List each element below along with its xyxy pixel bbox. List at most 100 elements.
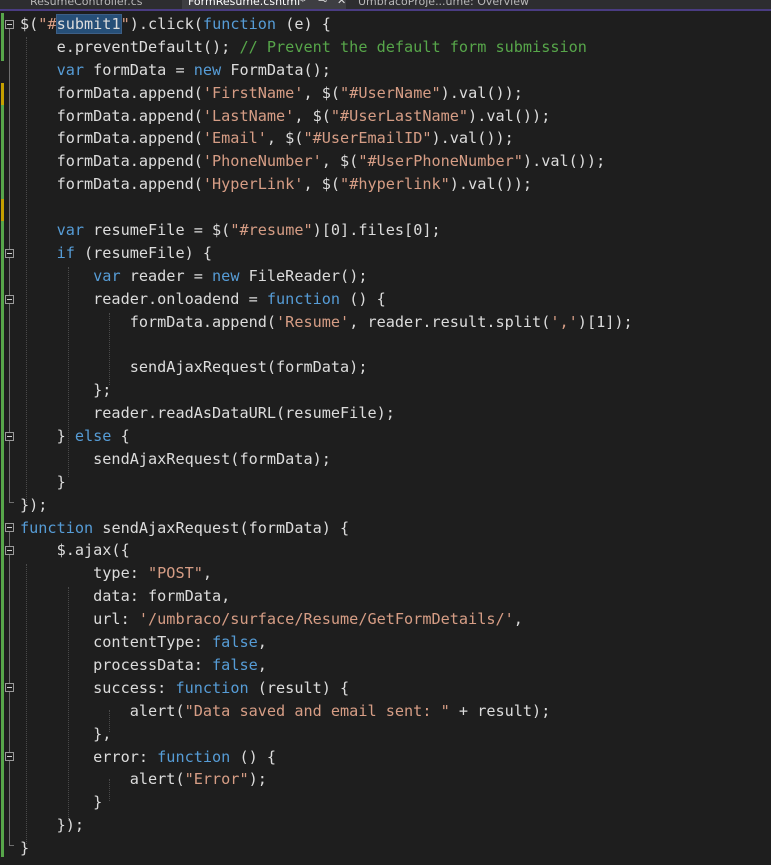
code-token: ).val()); [440, 83, 523, 102]
editor-bottom-edge [0, 857, 771, 863]
code-line[interactable]: success: function (result) { [20, 677, 633, 700]
code-line[interactable]: e.preventDefault(); // Prevent the defau… [20, 36, 633, 59]
code-line[interactable]: $.ajax({ [20, 539, 633, 562]
code-line[interactable]: formData.append('Resume', reader.result.… [20, 311, 633, 334]
code-line[interactable]: if (resumeFile) { [20, 242, 633, 265]
code-token: reader.onloadend = [20, 289, 267, 308]
code-token: contentType: [20, 633, 213, 652]
collapse-icon[interactable] [5, 295, 14, 304]
code-line[interactable]: } [20, 471, 633, 494]
code-token: new [212, 266, 240, 285]
code-token: } [20, 427, 75, 446]
code-token: $.ajax({ [20, 541, 130, 560]
code-line[interactable]: url: '/umbraco/surface/Resume/GetFormDet… [20, 608, 633, 631]
code-token: , $( [266, 129, 304, 148]
collapse-icon[interactable] [5, 523, 14, 532]
code-token: ).val()); [522, 152, 606, 171]
code-token: FileReader(); [239, 266, 368, 285]
tab-resume-controller[interactable]: ResumeController.cs [24, 0, 148, 9]
code-line[interactable]: }; [20, 379, 633, 402]
code-line[interactable]: processData: false, [20, 654, 633, 677]
code-token: ); [248, 770, 267, 789]
code-token: formData.append( [20, 83, 203, 102]
code-token: data: formData, [20, 587, 231, 606]
code-token: function [266, 289, 341, 308]
code-token: e.preventDefault(); [20, 37, 240, 56]
code-token: 'Email' [202, 129, 267, 148]
code-token: , [257, 633, 267, 652]
collapse-icon[interactable] [5, 546, 14, 555]
code-line[interactable]: error: function () { [20, 746, 633, 769]
code-token: "#UserLastName" [330, 106, 469, 125]
code-line[interactable]: sendAjaxRequest(formData); [20, 356, 633, 379]
collapse-icon[interactable] [5, 752, 14, 761]
change-bar [1, 13, 4, 61]
pin-icon[interactable]: ⊸ [318, 0, 327, 7]
code-line[interactable]: } else { [20, 425, 633, 448]
code-line[interactable] [20, 333, 633, 356]
code-token: () { [340, 289, 386, 308]
code-token: )[0].files[0]; [312, 221, 441, 240]
code-token: ',' [550, 312, 578, 331]
code-token: "#resume" [230, 221, 313, 240]
code-line[interactable]: formData.append('PhoneNumber', $("#UserP… [20, 150, 633, 173]
code-line[interactable]: alert("Data saved and email sent: " + re… [20, 700, 633, 723]
code-line[interactable] [20, 196, 633, 219]
code-area[interactable]: $("#submit1").click(function (e) { e.pre… [20, 13, 633, 860]
code-token: + result); [449, 701, 551, 720]
code-line[interactable]: }, [20, 723, 633, 746]
code-token: error: [20, 747, 158, 766]
code-token: false [212, 655, 258, 674]
collapse-icon[interactable] [5, 20, 14, 29]
code-line[interactable]: data: formData, [20, 585, 633, 608]
code-line[interactable]: function sendAjaxRequest(formData) { [20, 517, 633, 540]
code-token: (result) { [248, 678, 350, 697]
code-token: }, [20, 724, 112, 743]
code-token: (e) { [276, 15, 331, 33]
code-token: function [20, 518, 94, 537]
collapse-icon[interactable] [5, 249, 14, 258]
code-token: 'FirstName' [202, 83, 304, 102]
collapse-icon[interactable] [5, 432, 14, 441]
code-line[interactable]: formData.append('FirstName', $("#UserNam… [20, 82, 633, 105]
code-token: function [175, 678, 249, 697]
code-token: function [202, 15, 277, 33]
tab-project-overview[interactable]: UmbracoProje...ume: Overview [352, 0, 535, 9]
code-line[interactable]: }); [20, 814, 633, 837]
code-line[interactable]: formData.append('HyperLink', $("#hyperli… [20, 173, 633, 196]
code-line[interactable]: } [20, 791, 633, 814]
code-line[interactable]: sendAjaxRequest(formData); [20, 448, 633, 471]
code-line[interactable]: var resumeFile = $("#resume")[0].files[0… [20, 219, 633, 242]
code-line[interactable]: formData.append('Email', $("#UserEmailID… [20, 127, 633, 150]
code-line[interactable]: $("#submit1").click(function (e) { [20, 13, 633, 36]
code-token: } [20, 839, 30, 858]
code-token: url: [20, 610, 139, 629]
code-token: "#UserName" [340, 83, 441, 102]
outline-end [9, 502, 14, 503]
code-line[interactable]: reader.onloadend = function () { [20, 288, 633, 311]
code-line[interactable]: reader.readAsDataURL(resumeFile); [20, 402, 633, 425]
code-line[interactable]: var reader = new FileReader(); [20, 265, 633, 288]
code-token: , [257, 655, 267, 674]
code-editor[interactable]: $("#submit1").click(function (e) { e.pre… [0, 9, 771, 865]
code-token: , [513, 610, 523, 629]
code-token: ).val()); [431, 129, 514, 148]
code-line[interactable]: contentType: false, [20, 631, 633, 654]
code-token: sendAjaxRequest(formData); [20, 358, 368, 377]
code-line[interactable]: }); [20, 494, 633, 517]
code-line[interactable]: var formData = new FormData(); [20, 59, 633, 82]
code-line[interactable]: type: "POST", [20, 562, 633, 585]
code-token: formData.append( [20, 152, 203, 171]
code-token: "# [38, 15, 57, 33]
code-token: resumeFile = $( [84, 221, 231, 240]
code-token: , $( [303, 83, 341, 102]
code-line[interactable]: formData.append('LastName', $("#UserLast… [20, 105, 633, 128]
code-token: var [93, 266, 121, 285]
close-icon[interactable]: ✕ [337, 0, 346, 7]
collapse-icon[interactable] [5, 683, 14, 692]
code-line[interactable]: alert("Error"); [20, 768, 633, 791]
code-token: var [56, 221, 85, 240]
code-token: else [74, 427, 112, 446]
